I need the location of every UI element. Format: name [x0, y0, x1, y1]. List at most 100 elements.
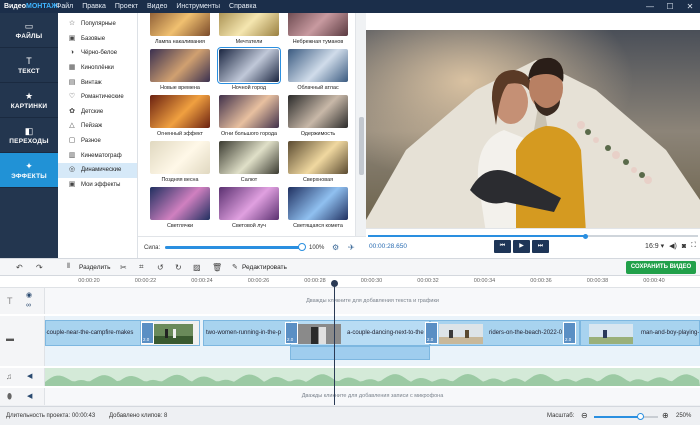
link-icon[interactable]: ∞ — [26, 302, 31, 309]
effect-tile[interactable]: Новые времена — [150, 49, 210, 91]
gallery-scrollbar[interactable] — [355, 13, 366, 236]
playhead-line[interactable] — [334, 281, 335, 405]
menu-video[interactable]: Видео — [147, 3, 167, 10]
delete-icon[interactable]: 🗑 — [212, 263, 222, 272]
magic-wand-icon[interactable]: ✈ — [348, 243, 355, 252]
fullscreen-icon[interactable]: ⛶ — [691, 242, 696, 250]
transition-1[interactable]: 2.0 — [141, 322, 154, 344]
close-icon[interactable]: ✕ — [680, 0, 700, 13]
rotate-right-icon[interactable]: ↻ — [175, 263, 182, 272]
text-track[interactable]: Дважды кликните для добавления текста и … — [45, 288, 700, 314]
effect-tile[interactable]: Огненный эффект — [150, 95, 210, 137]
strength-handle[interactable] — [298, 243, 306, 251]
clip-2[interactable]: two-women-running-in-the-p — [203, 320, 291, 346]
effect-tile[interactable]: Ночной город — [217, 47, 281, 91]
category-item[interactable]: ✿ Детские — [58, 105, 137, 120]
mic-volume-icon[interactable]: ◀ — [27, 392, 32, 400]
volume-icon[interactable]: ◀) — [669, 242, 677, 250]
effect-tile[interactable]: Светящаяся комета — [288, 187, 348, 229]
undo-icon[interactable]: ↶ — [16, 263, 23, 272]
category-item[interactable]: ☆ Популярные — [58, 17, 137, 32]
edit-icon[interactable]: ✎ — [232, 263, 238, 271]
ruler-tick: 00:00:26 — [247, 278, 270, 284]
category-item[interactable]: ▤ Винтаж — [58, 75, 137, 90]
next-frame-button[interactable]: ⏭ — [532, 240, 549, 253]
effect-tile[interactable]: Мечтатели — [219, 13, 279, 45]
split-icon[interactable]: ⫴ — [67, 263, 70, 271]
clip-2-name: two-women-running-in-the-p — [206, 330, 282, 336]
cut-icon[interactable]: ✂ — [120, 263, 127, 272]
nav-label: ЭФФЕКТЫ — [11, 172, 47, 180]
video-track[interactable]: ty-couple-near-the-campfire-makes 2.0 tw… — [45, 316, 700, 366]
zoom-handle[interactable] — [636, 413, 644, 420]
clip-4-name: riders-on-the-beach-2022-0 — [489, 330, 563, 336]
clip-3-audio-sel[interactable] — [290, 346, 430, 360]
menu-project[interactable]: Проект — [115, 3, 138, 10]
zoom-in-icon[interactable]: ⊕ — [662, 411, 669, 420]
category-item[interactable]: ◑ Чёрно-белое — [58, 46, 137, 61]
category-item[interactable]: ▢ Разное — [58, 134, 137, 149]
effect-tile[interactable]: Световой луч — [219, 187, 279, 229]
redo-icon[interactable]: ↷ — [36, 263, 43, 272]
crop-icon[interactable]: ⌗ — [139, 262, 144, 272]
effect-tile[interactable]: Одержимость — [288, 95, 348, 137]
category-item[interactable]: ▣ Базовые — [58, 32, 137, 47]
minimize-icon[interactable]: — — [640, 0, 660, 13]
image-icon[interactable]: ▨ — [193, 263, 201, 272]
category-item[interactable]: ▥ Кинематограф — [58, 148, 137, 163]
scrollbar-thumb[interactable] — [359, 117, 364, 175]
menu-help[interactable]: Справка — [229, 3, 256, 10]
category-item[interactable]: ◎ Динамические — [58, 162, 137, 178]
nav-effects[interactable]: ✦ ЭФФЕКТЫ — [0, 153, 58, 188]
snapshot-icon[interactable]: ◙ — [682, 243, 686, 250]
transition-2[interactable]: 2.0 — [285, 322, 298, 344]
audio-volume-icon[interactable]: ◀ — [27, 372, 32, 380]
effect-tile[interactable]: Сверхновая — [288, 141, 348, 183]
menu-edit[interactable]: Правка — [82, 3, 106, 10]
playhead-handle[interactable] — [331, 280, 338, 287]
effect-tile[interactable]: Салют — [219, 141, 279, 183]
strength-slider[interactable] — [165, 243, 306, 251]
rotate-left-icon[interactable]: ↺ — [157, 263, 164, 272]
category-item[interactable]: △ Пейзаж — [58, 119, 137, 134]
playback-handle[interactable] — [583, 233, 589, 239]
aspect-ratio-select[interactable]: 16:9 ▾ — [645, 242, 664, 250]
maximize-icon[interactable]: ☐ — [660, 0, 680, 13]
playback-progress[interactable] — [368, 233, 698, 239]
music-track[interactable] — [45, 368, 700, 386]
play-button[interactable]: ▶ — [513, 240, 530, 253]
edit-button[interactable]: Редактировать — [242, 264, 287, 271]
effect-tile[interactable]: Огни большого города — [219, 95, 279, 137]
effect-tile[interactable]: Облачный атлас — [288, 49, 348, 91]
transition-3[interactable]: 2.0 — [425, 322, 438, 344]
effect-tile[interactable]: Поздняя весна — [150, 141, 210, 183]
nav-star[interactable]: ★ КАРТИНКИ — [0, 83, 58, 118]
microphone-icon: ⬮ — [7, 392, 13, 401]
timeline-ruler[interactable]: 00:00:20 00:00:22 00:00:24 00:00:26 00:00:28… — [0, 276, 700, 288]
mic-track[interactable]: Дважды кликните для добавления записи с … — [45, 388, 700, 405]
split-button[interactable]: Разделить — [79, 264, 110, 271]
category-item[interactable]: ▦ Киноплёнки — [58, 61, 137, 76]
effect-tile[interactable]: Небрежная туманов — [288, 13, 348, 45]
clip-3[interactable]: a-couple-dancing-next-to-the — [290, 320, 430, 346]
menu-file[interactable]: Файл — [56, 3, 73, 10]
nav-text[interactable]: T ТЕКСТ — [0, 48, 58, 83]
clip-4[interactable]: riders-on-the-beach-2022-0 — [430, 320, 580, 346]
clip-5[interactable]: man-and-boy-playing-soc — [580, 320, 700, 346]
zoom-slider[interactable] — [594, 413, 658, 420]
transition-4[interactable]: 2.0 — [563, 322, 576, 344]
zoom-out-icon[interactable]: ⊖ — [581, 411, 588, 420]
settings-sliders-icon[interactable]: ⚙ — [332, 243, 339, 252]
save-video-button[interactable]: СОХРАНИТЬ ВИДЕО — [626, 261, 696, 274]
nav-folder[interactable]: ▭ ФАЙЛЫ — [0, 13, 58, 48]
category-label: Киноплёнки — [81, 65, 114, 72]
eye-icon[interactable]: ◉ — [26, 291, 32, 299]
nav-transitions[interactable]: ◧ ПЕРЕХОДЫ — [0, 118, 58, 153]
menu-tools[interactable]: Инструменты — [176, 3, 220, 10]
category-item[interactable]: ♡ Романтические — [58, 90, 137, 105]
prev-frame-button[interactable]: ⏮ — [494, 240, 511, 253]
category-item[interactable]: ▣ Мои эффекты — [58, 178, 137, 193]
transition-duration: 2.0 — [427, 337, 434, 342]
effect-tile[interactable]: Лампа накаливания — [150, 13, 210, 45]
effect-tile[interactable]: Светлячки — [150, 187, 210, 229]
